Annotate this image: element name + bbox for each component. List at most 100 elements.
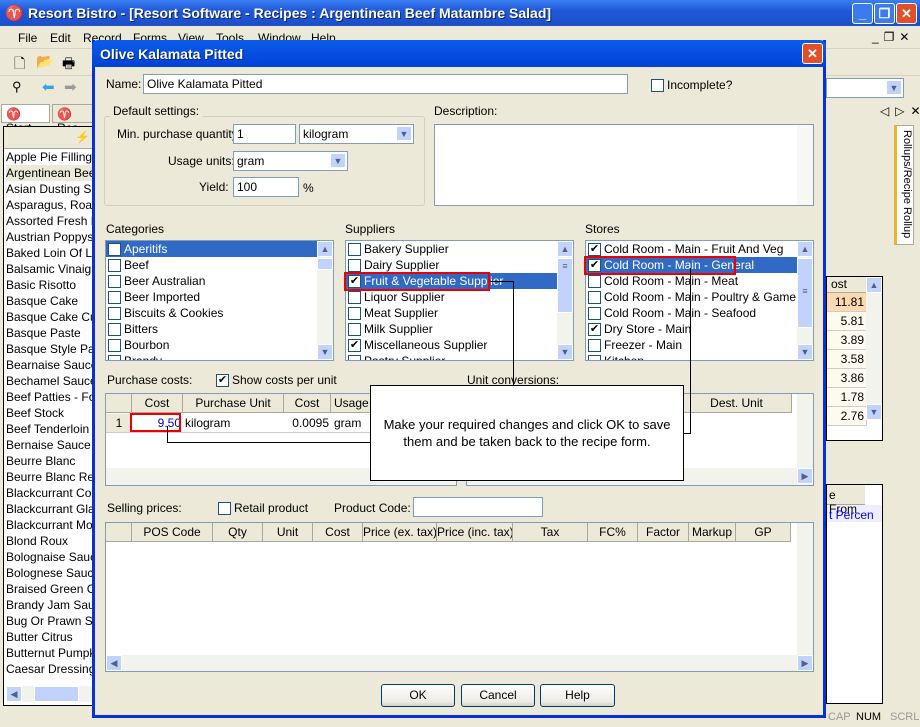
retail-product-checkbox[interactable]: Retail product xyxy=(218,501,308,516)
sups-item[interactable]: Liquor Supplier xyxy=(346,289,573,305)
checkbox[interactable] xyxy=(348,307,361,321)
selling-col-header[interactable]: FC% xyxy=(588,523,638,542)
recipe-list-item[interactable]: Austrian Poppysee xyxy=(6,229,94,245)
sups-item[interactable]: ✔ Miscellaneous Supplier xyxy=(346,337,573,353)
tab-nav-icons[interactable]: ◁▷✕ xyxy=(880,104,920,118)
recipe-list-item[interactable]: Bechamel Sauce xyxy=(6,373,94,389)
mdi-controls[interactable]: _❐✕ xyxy=(872,30,915,44)
recipe-list-item[interactable]: Blackcurrant Couli xyxy=(6,485,94,501)
yield-input[interactable]: 100 xyxy=(233,177,299,197)
selling-col-header[interactable]: POS Code xyxy=(132,523,213,542)
tab-start[interactable]: ♈ Start xyxy=(1,104,50,135)
restore-button[interactable]: ❐ xyxy=(874,3,895,24)
recipe-list-item[interactable]: Basque Cake xyxy=(6,293,94,309)
rollup-side-tab[interactable]: Rollups/Recipe Rollup xyxy=(894,125,914,245)
sups-item[interactable]: Meat Supplier xyxy=(346,305,573,321)
recipe-list-item[interactable]: Blond Roux xyxy=(6,533,94,549)
checkbox[interactable] xyxy=(108,243,121,257)
cats-item[interactable]: Bourbon xyxy=(106,337,333,353)
recipe-list-item[interactable]: Bernaise Sauce xyxy=(6,437,94,453)
checkbox[interactable] xyxy=(348,291,361,305)
recipe-list-item[interactable]: Beurre Blanc Redu xyxy=(6,469,94,485)
back-icon[interactable]: ⬅ xyxy=(42,78,55,96)
selling-col-header[interactable]: Cost xyxy=(313,523,363,542)
recipe-list-item[interactable]: Blackcurrant Glaze xyxy=(6,501,94,517)
checkbox[interactable] xyxy=(588,307,601,321)
stores-item[interactable]: ✔ Dry Store - Main xyxy=(586,321,813,337)
sups-item[interactable]: Pastry Supplier xyxy=(346,353,573,360)
min-qty-input[interactable]: 1 xyxy=(233,124,296,144)
new-icon[interactable]: 🗋 xyxy=(14,53,25,77)
ok-button[interactable]: OK xyxy=(381,684,455,707)
checkbox[interactable] xyxy=(348,323,361,337)
selling-col-header[interactable]: Tax xyxy=(513,523,588,542)
checkbox[interactable]: ✔ xyxy=(588,243,601,257)
stores-item[interactable]: Cold Room - Main - Seafood xyxy=(586,305,813,321)
checkbox[interactable] xyxy=(588,355,601,360)
recipe-list-item[interactable]: Basque Cake Cus xyxy=(6,309,94,325)
stores-item[interactable]: Cold Room - Main - Meat xyxy=(586,273,813,289)
selling-hscrollbar[interactable]: ◀ ▶ xyxy=(106,655,813,671)
stores-item[interactable]: Kitchen xyxy=(586,353,813,360)
selling-prices-grid[interactable]: POS Code Qty Unit Cost Price (ex. tax) Price … xyxy=(105,522,814,672)
checkbox[interactable] xyxy=(108,339,121,353)
incomplete-checkbox[interactable]: Incomplete? xyxy=(651,78,732,93)
recipe-list-hscrollbar[interactable]: ◀ xyxy=(6,686,92,702)
cats-item[interactable]: Beef xyxy=(106,257,333,273)
recipe-list-item[interactable]: Butter Citrus xyxy=(6,629,94,645)
cats-item[interactable]: Bitters xyxy=(106,321,333,337)
sups-item[interactable]: Milk Supplier xyxy=(346,321,573,337)
cats-item[interactable]: Brandy xyxy=(106,353,333,360)
description-textarea[interactable] xyxy=(434,124,814,206)
checkbox[interactable] xyxy=(588,291,601,305)
recipe-list[interactable]: ⚡ Apple Pie Filling Argentinean Beef Asian… xyxy=(3,126,95,706)
checkbox[interactable] xyxy=(108,291,121,305)
find-icon[interactable]: ⚲ xyxy=(12,79,22,95)
selling-col-header[interactable]: Unit xyxy=(263,523,313,542)
recipe-list-item[interactable]: Asian Dusting Sug xyxy=(6,181,94,197)
tab-recipes[interactable]: ♈ Res xyxy=(52,104,97,135)
sups-item[interactable]: Dairy Supplier xyxy=(346,257,573,273)
dialog-close-button[interactable]: ✕ xyxy=(802,43,823,64)
stores-item[interactable]: ✔ Cold Room - Main - Fruit And Veg xyxy=(586,241,813,257)
menu-edit[interactable]: Edit xyxy=(50,31,71,45)
recipe-list-item[interactable]: Assorted Fresh He xyxy=(6,213,94,229)
minimize-button[interactable]: _ xyxy=(852,3,873,24)
recipe-list-item[interactable]: Argentinean Beef xyxy=(6,165,94,181)
recipe-list-item[interactable]: Brandy Jam Sauce xyxy=(6,597,94,613)
recipe-list-item[interactable]: Basic Risotto xyxy=(6,277,94,293)
filter-icon[interactable]: ⚡ xyxy=(4,127,94,149)
checkbox[interactable] xyxy=(108,307,121,321)
recipe-list-item[interactable]: Basque Paste xyxy=(6,325,94,341)
recipe-list-item[interactable]: Beef Tenderloin W xyxy=(6,421,94,437)
categories-list[interactable]: Aperitifs Beef Beer Australian Beer Importe… xyxy=(105,240,334,361)
name-input[interactable]: Olive Kalamata Pitted xyxy=(143,74,628,94)
checkbox[interactable] xyxy=(588,275,601,289)
recipe-list-item[interactable]: Caesar Dressing xyxy=(6,661,94,677)
forward-icon[interactable]: ➡ xyxy=(64,78,77,96)
print-icon[interactable]: 🖶 xyxy=(62,53,75,77)
checkbox[interactable] xyxy=(108,275,121,289)
recipe-list-item[interactable]: Butternut Pumpkin xyxy=(6,645,94,661)
menu-file[interactable]: File xyxy=(18,31,37,45)
selling-col-header[interactable]: Factor xyxy=(638,523,689,542)
recipe-list-item[interactable]: Blackcurrant Mous xyxy=(6,517,94,533)
recipe-list-item[interactable]: Apple Pie Filling xyxy=(6,149,94,165)
min-unit-select[interactable]: kilogram ▼ xyxy=(299,124,414,144)
stores-item[interactable]: Freezer - Main xyxy=(586,337,813,353)
recipe-list-item[interactable]: Asparagus, Roast xyxy=(6,197,94,213)
product-code-input[interactable] xyxy=(413,497,543,517)
navigation-combo[interactable]: ▼ xyxy=(826,78,904,98)
close-app-button[interactable]: ✕ xyxy=(896,3,917,24)
help-button[interactable]: Help xyxy=(540,684,615,707)
cats-item[interactable]: Beer Australian xyxy=(106,273,333,289)
recipe-list-item[interactable]: Basque Style Past xyxy=(6,341,94,357)
cats-item[interactable]: Aperitifs xyxy=(106,241,333,257)
checkbox[interactable] xyxy=(108,355,121,360)
checkbox[interactable] xyxy=(588,339,601,353)
checkbox[interactable] xyxy=(348,243,361,257)
usage-unit-select[interactable]: gram ▼ xyxy=(233,151,348,171)
selling-col-header[interactable]: Markup xyxy=(689,523,736,542)
checkbox[interactable] xyxy=(348,355,361,360)
selling-col-header[interactable]: Price (inc. tax) xyxy=(437,523,513,542)
